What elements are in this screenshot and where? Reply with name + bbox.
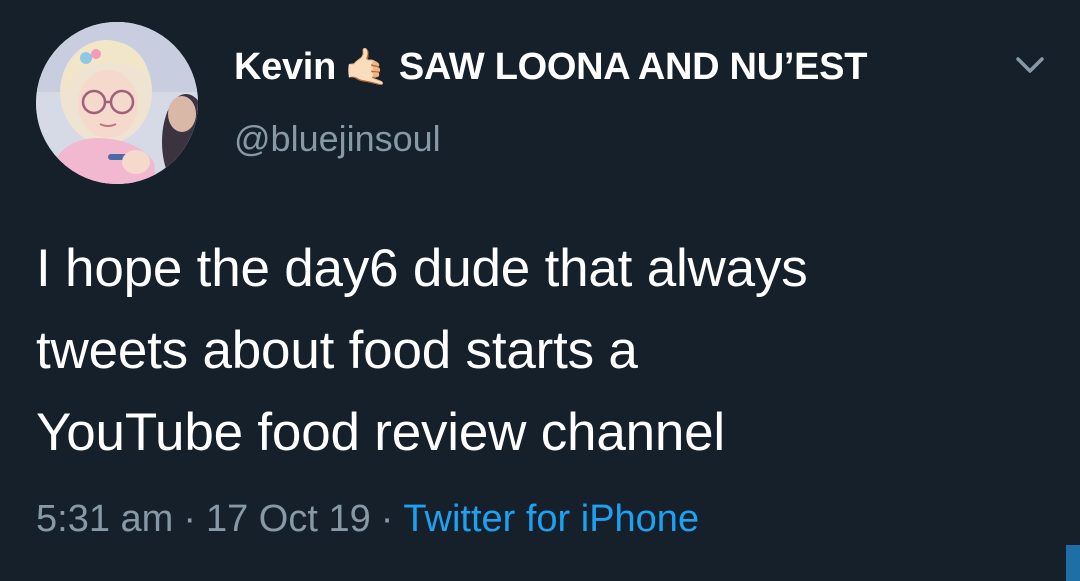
avatar[interactable] [36, 22, 198, 184]
author-handle[interactable]: @bluejinsoul [234, 118, 441, 160]
tweet-text: I hope the day6 dude that always tweets … [36, 228, 1046, 474]
display-name-suffix[interactable]: SAW LOONA AND NU’EST [399, 46, 868, 89]
meta-separator: · [380, 498, 394, 540]
scroll-indicator [1066, 545, 1080, 581]
tweet-text-line: tweets about food starts a [36, 321, 638, 380]
tweet-text-line: I hope the day6 dude that always [36, 239, 808, 298]
tweet-time[interactable]: 5:31 am [36, 498, 173, 540]
tweet-card: Kevin 🤙🏻 SAW LOONA AND NU’EST @bluejinso… [0, 0, 1080, 581]
tweet-date[interactable]: 17 Oct 19 [206, 498, 371, 540]
avatar-image [36, 22, 198, 184]
author-name-row[interactable]: Kevin 🤙🏻 SAW LOONA AND NU’EST [234, 42, 867, 92]
tweet-meta: 5:31 am · 17 Oct 19 · Twitter for iPhone [36, 498, 699, 541]
meta-separator: · [183, 498, 196, 540]
chevron-down-icon[interactable] [1010, 50, 1050, 80]
display-name[interactable]: Kevin [234, 46, 336, 89]
tweet-text-line: YouTube food review channel [36, 403, 726, 462]
call-me-hand-emoji-icon: 🤙🏻 [343, 46, 389, 87]
tweet-source-link[interactable]: Twitter for iPhone [403, 498, 699, 540]
